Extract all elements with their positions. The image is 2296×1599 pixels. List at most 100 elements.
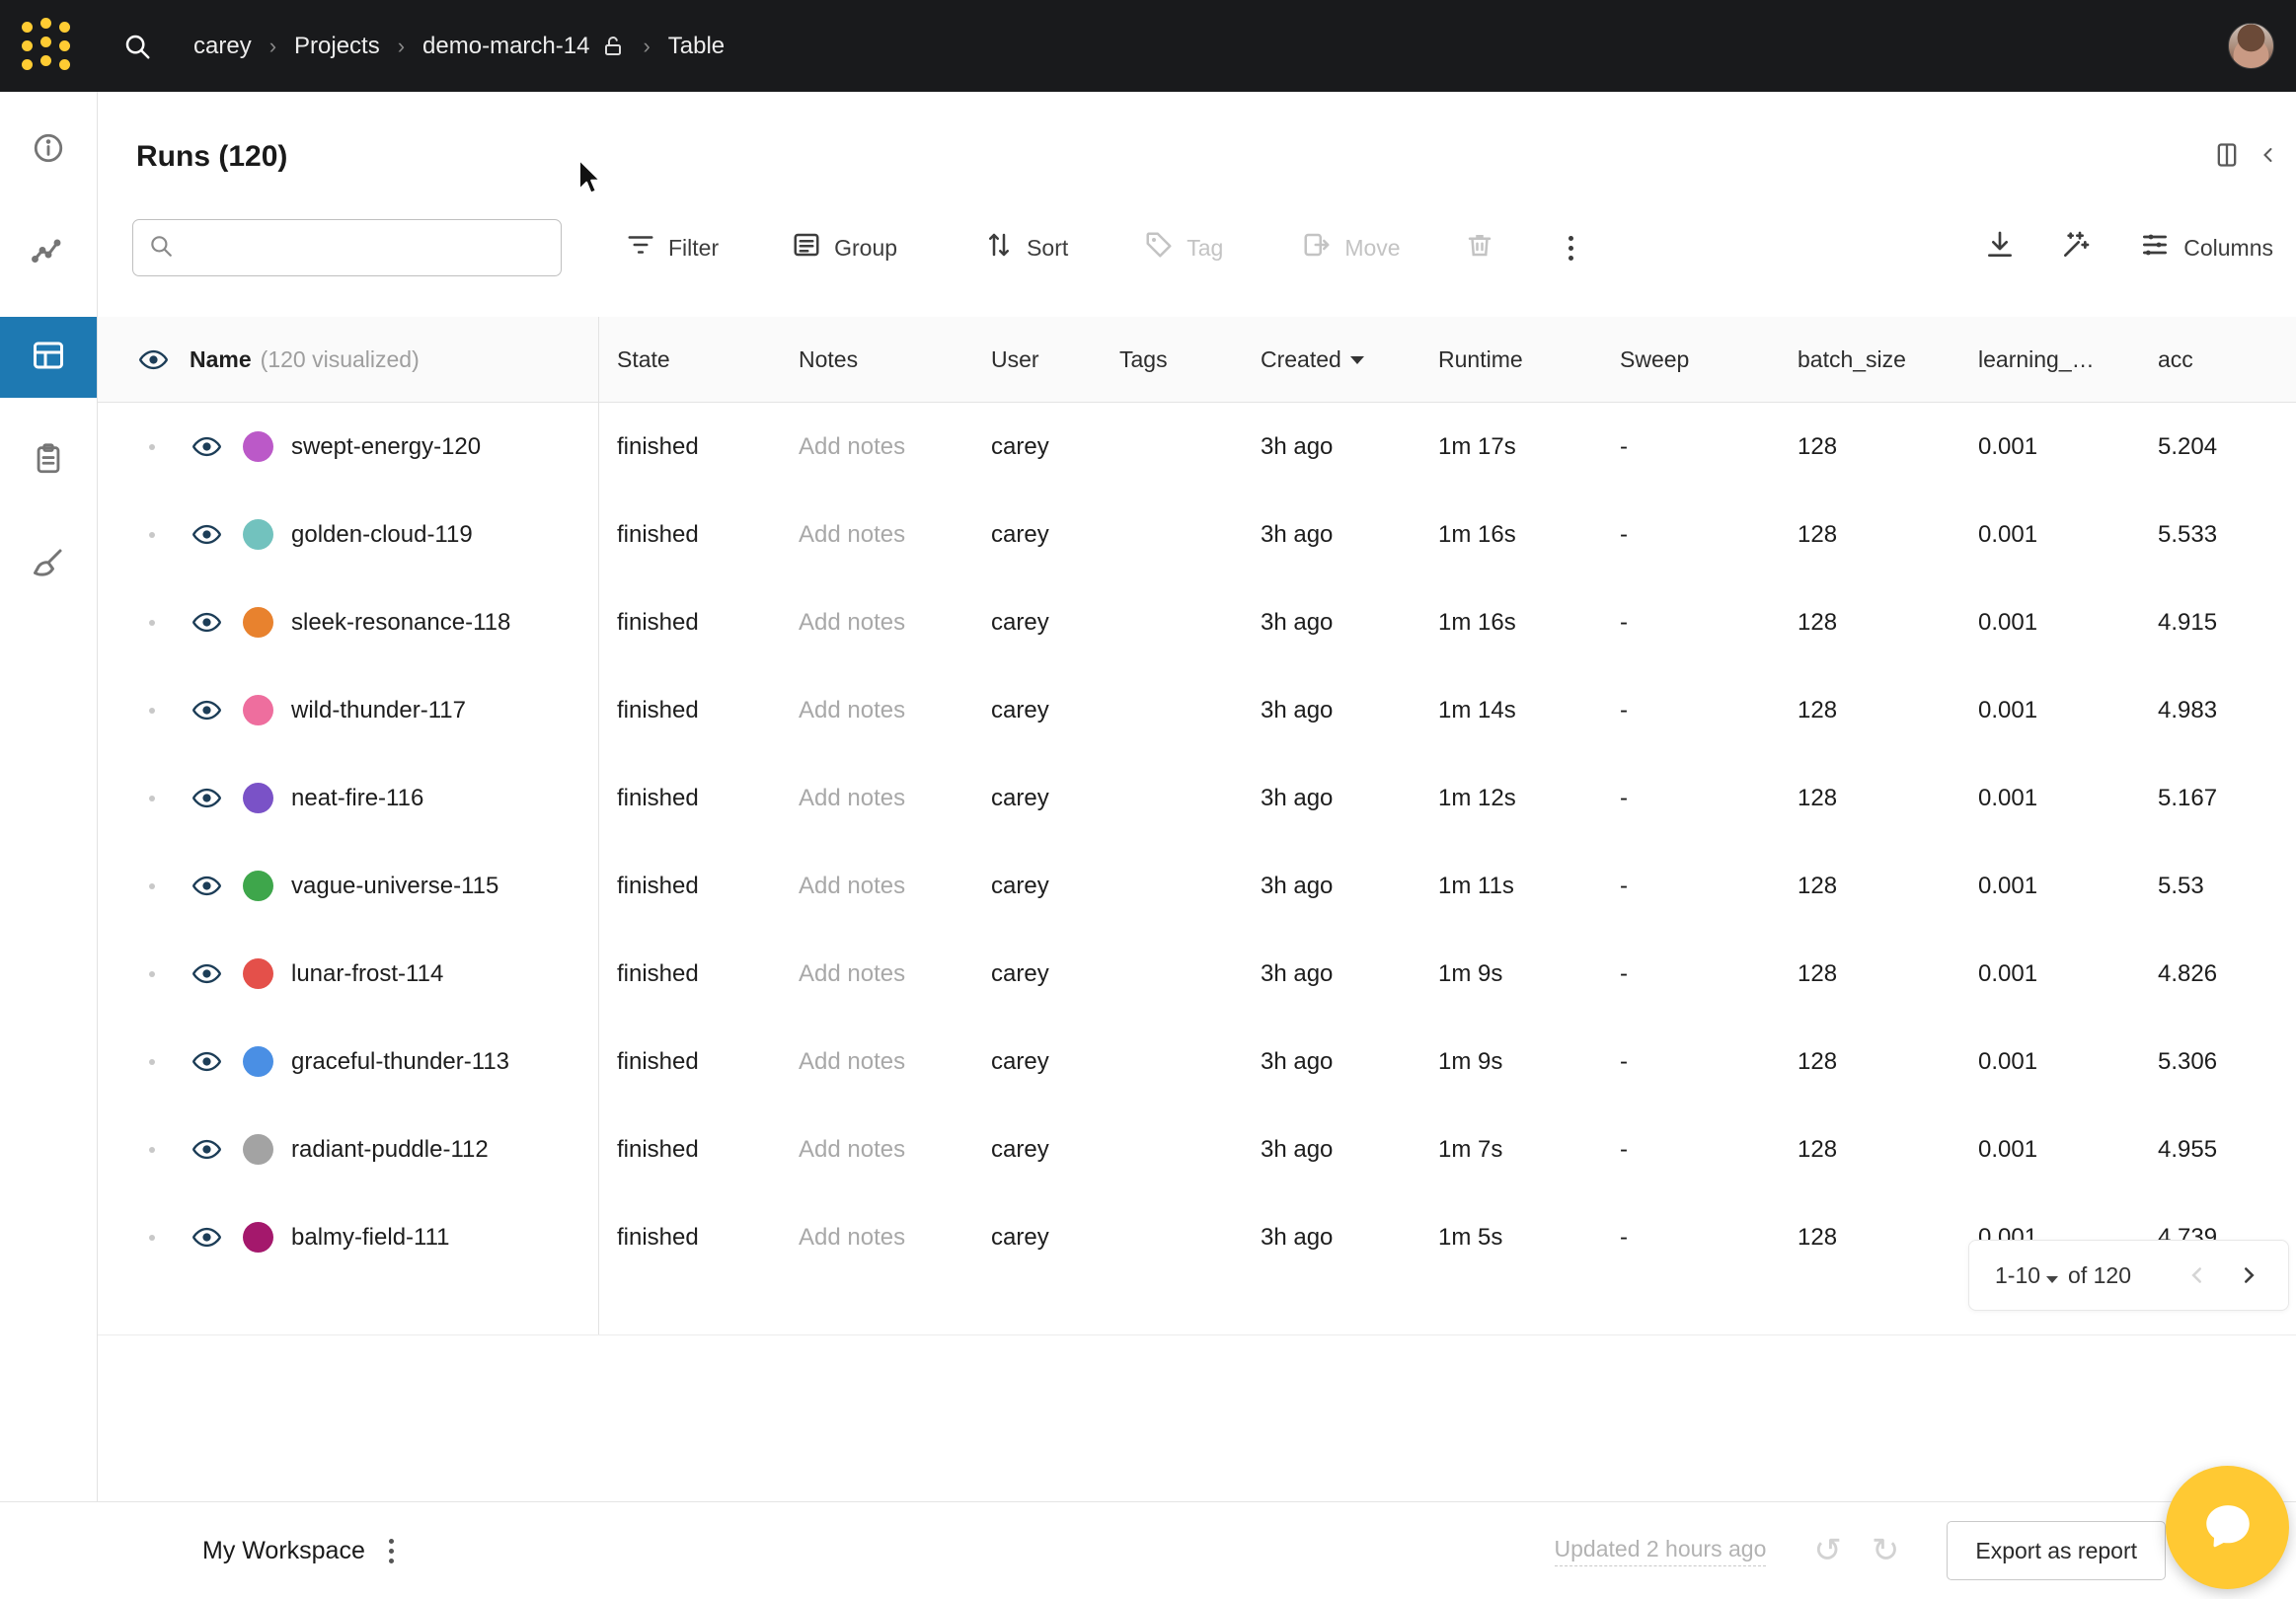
run-name[interactable]: balmy-field-111 <box>291 1224 450 1252</box>
header-name[interactable]: Name (120 visualized) <box>98 345 598 374</box>
undo-icon[interactable]: ↺ <box>1813 1534 1842 1567</box>
avatar[interactable] <box>2228 23 2274 69</box>
drag-handle-dot[interactable] <box>149 796 155 801</box>
export-report-button[interactable]: Export as report <box>1947 1521 2166 1580</box>
sidebar-item-workspace[interactable] <box>0 213 97 294</box>
breadcrumb-tab-table[interactable]: Table <box>668 33 725 60</box>
visibility-eye-icon[interactable] <box>192 1135 221 1164</box>
run-name[interactable]: wild-thunder-117 <box>291 697 466 724</box>
breadcrumb-projects[interactable]: Projects <box>294 33 380 60</box>
run-name[interactable]: graceful-thunder-113 <box>291 1048 509 1076</box>
run-notes[interactable]: Add notes <box>780 697 972 724</box>
drag-handle-dot[interactable] <box>149 620 155 626</box>
table-row[interactable]: balmy-field-111 finished Add notes carey… <box>98 1193 2296 1281</box>
run-notes[interactable]: Add notes <box>780 1224 972 1252</box>
visibility-eye-icon[interactable] <box>192 1047 221 1076</box>
columns-button[interactable]: Columns <box>2139 229 2273 266</box>
run-name[interactable]: neat-fire-116 <box>291 785 423 812</box>
drag-handle-dot[interactable] <box>149 444 155 450</box>
next-page-icon[interactable] <box>2236 1262 2261 1288</box>
updated-timestamp[interactable]: Updated 2 hours ago <box>1555 1536 1767 1566</box>
header-notes[interactable]: Notes <box>780 346 972 373</box>
table-row[interactable]: golden-cloud-119 finished Add notes care… <box>98 491 2296 578</box>
run-name[interactable]: golden-cloud-119 <box>291 521 473 549</box>
header-runtime[interactable]: Runtime <box>1419 346 1601 373</box>
drag-handle-dot[interactable] <box>149 532 155 538</box>
wandb-logo-icon[interactable] <box>22 22 70 70</box>
table-row[interactable]: graceful-thunder-113 finished Add notes … <box>98 1018 2296 1105</box>
visibility-eye-icon[interactable] <box>192 608 221 637</box>
run-notes[interactable]: Add notes <box>780 521 972 549</box>
move-button[interactable]: Move <box>1302 230 1400 266</box>
run-notes[interactable]: Add notes <box>780 433 972 461</box>
header-batch-size[interactable]: batch_size <box>1779 346 1959 373</box>
sidebar-item-table[interactable] <box>0 317 97 398</box>
table-row[interactable]: wild-thunder-117 finished Add notes care… <box>98 666 2296 754</box>
run-name[interactable]: vague-universe-115 <box>291 873 498 900</box>
run-name[interactable]: lunar-frost-114 <box>291 960 443 988</box>
table-row[interactable]: lunar-frost-114 finished Add notes carey… <box>98 930 2296 1018</box>
chat-support-button[interactable] <box>2166 1466 2289 1589</box>
table-row[interactable]: radiant-puddle-112 finished Add notes ca… <box>98 1105 2296 1193</box>
visibility-eye-icon[interactable] <box>192 520 221 549</box>
run-name[interactable]: swept-energy-120 <box>291 433 481 461</box>
header-acc[interactable]: acc <box>2139 346 2296 373</box>
runs-search[interactable] <box>132 219 562 276</box>
breadcrumb-user[interactable]: carey <box>193 33 252 60</box>
sidebar-item-sweeps[interactable] <box>0 524 97 605</box>
run-name[interactable]: radiant-puddle-112 <box>291 1136 489 1164</box>
unlock-icon[interactable] <box>601 35 625 58</box>
visibility-eye-icon[interactable] <box>192 696 221 724</box>
table-row[interactable]: sleek-resonance-118 finished Add notes c… <box>98 578 2296 666</box>
page-range-select[interactable]: 1-10 <box>1995 1262 2062 1289</box>
filter-button[interactable]: Filter <box>626 230 719 266</box>
sweep-wizard-button[interactable] <box>2060 229 2092 266</box>
visibility-eye-icon[interactable] <box>192 872 221 900</box>
run-notes[interactable]: Add notes <box>780 785 972 812</box>
sort-button[interactable]: Sort <box>984 230 1068 266</box>
drag-handle-dot[interactable] <box>149 1059 155 1065</box>
redo-icon[interactable]: ↻ <box>1872 1534 1900 1567</box>
table-row[interactable]: vague-universe-115 finished Add notes ca… <box>98 842 2296 930</box>
group-button[interactable]: Group <box>792 230 897 266</box>
prev-page-icon[interactable] <box>2184 1262 2210 1288</box>
download-button[interactable] <box>1984 229 2016 266</box>
drag-handle-dot[interactable] <box>149 883 155 889</box>
sidebar-item-info[interactable] <box>0 110 97 190</box>
visibility-eye-icon[interactable] <box>192 959 221 988</box>
header-user[interactable]: User <box>972 346 1101 373</box>
drag-handle-dot[interactable] <box>149 971 155 977</box>
drag-handle-dot[interactable] <box>149 1235 155 1241</box>
collapse-chevron-icon[interactable] <box>2257 143 2280 172</box>
workspace-options-icon[interactable] <box>389 1539 394 1563</box>
run-notes[interactable]: Add notes <box>780 609 972 637</box>
visibility-eye-icon[interactable] <box>192 1223 221 1252</box>
header-learning-rate[interactable]: learning_… <box>1959 346 2139 373</box>
more-options-button[interactable] <box>1569 236 1573 261</box>
run-notes[interactable]: Add notes <box>780 1048 972 1076</box>
run-notes[interactable]: Add notes <box>780 1136 972 1164</box>
sidebar-item-logs[interactable] <box>0 420 97 501</box>
header-state[interactable]: State <box>598 346 780 373</box>
table-row[interactable]: swept-energy-120 finished Add notes care… <box>98 403 2296 491</box>
workspace-name[interactable]: My Workspace <box>202 1537 365 1565</box>
table-row[interactable]: neat-fire-116 finished Add notes carey 3… <box>98 754 2296 842</box>
run-notes[interactable]: Add notes <box>780 960 972 988</box>
run-acc: 5.533 <box>2139 521 2296 549</box>
global-search-icon[interactable] <box>122 32 152 61</box>
run-name[interactable]: sleek-resonance-118 <box>291 609 510 637</box>
breadcrumb-project-name[interactable]: demo-march-14 <box>422 33 589 60</box>
header-created[interactable]: Created <box>1242 346 1419 373</box>
delete-button[interactable] <box>1465 230 1494 266</box>
drag-handle-dot[interactable] <box>149 1147 155 1153</box>
header-sweep[interactable]: Sweep <box>1601 346 1779 373</box>
visibility-eye-icon[interactable] <box>139 345 168 374</box>
header-tags[interactable]: Tags <box>1101 346 1242 373</box>
tag-button[interactable]: Tag <box>1144 230 1223 266</box>
search-input[interactable] <box>186 220 561 275</box>
visibility-eye-icon[interactable] <box>192 432 221 461</box>
split-panel-icon[interactable] <box>2213 141 2241 174</box>
run-notes[interactable]: Add notes <box>780 873 972 900</box>
visibility-eye-icon[interactable] <box>192 784 221 812</box>
drag-handle-dot[interactable] <box>149 708 155 714</box>
